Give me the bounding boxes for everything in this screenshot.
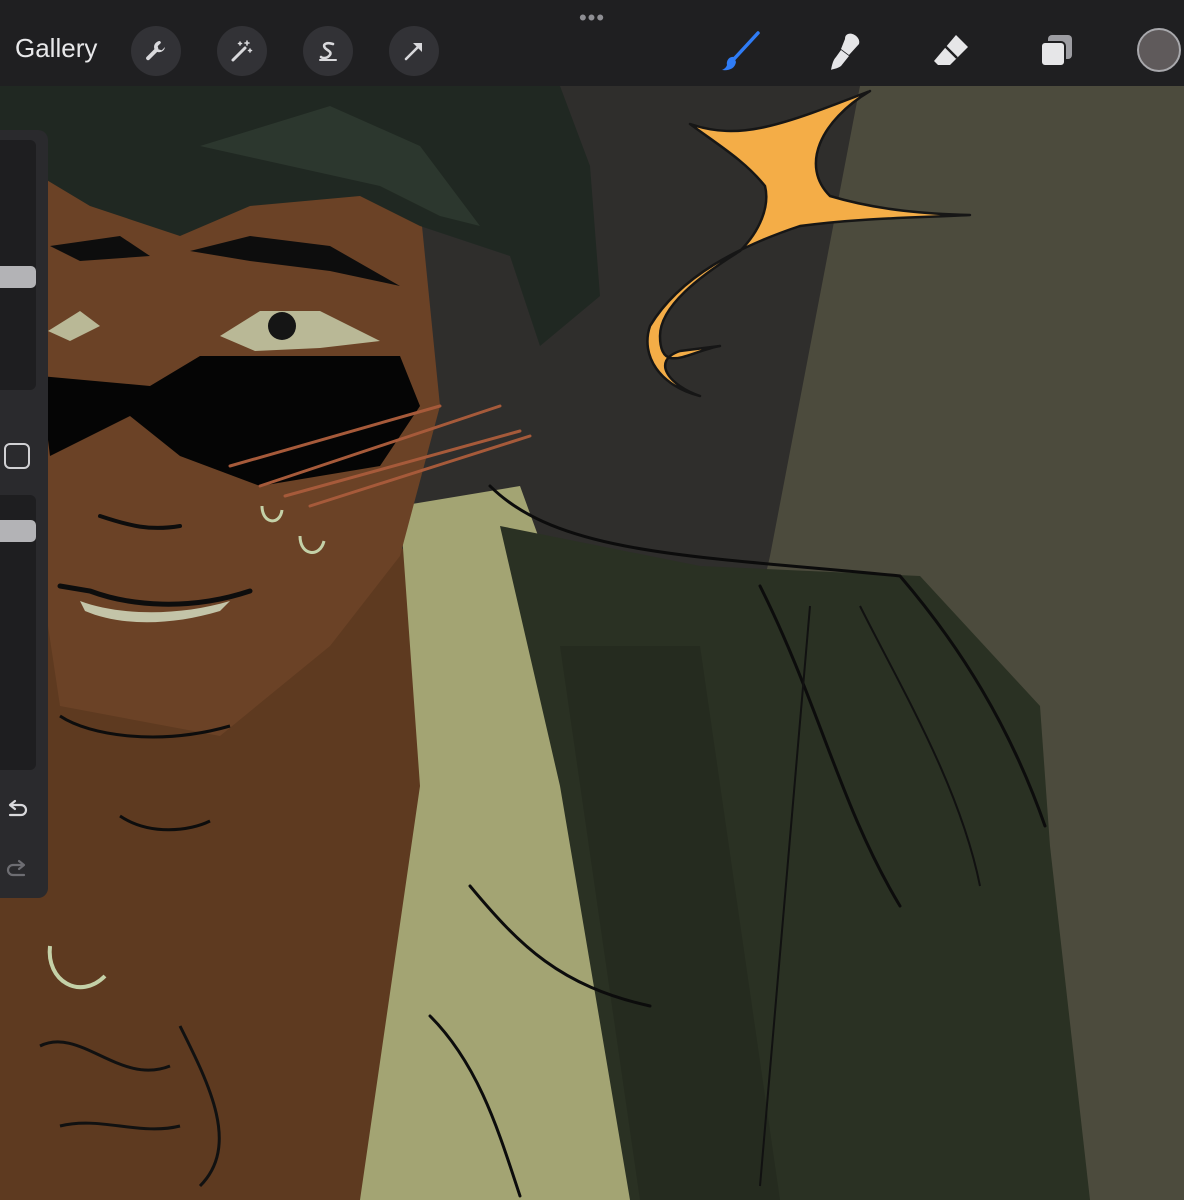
layers-icon (1040, 35, 1072, 67)
modify-button[interactable] (4, 443, 30, 469)
transform-arrow-icon (404, 43, 422, 61)
redo-icon (6, 859, 26, 877)
smudge-tool-button[interactable] (819, 24, 873, 78)
brush-size-slider[interactable] (0, 140, 36, 390)
adjustments-button[interactable] (217, 26, 267, 76)
opacity-thumb[interactable] (0, 520, 36, 542)
transform-button[interactable] (389, 26, 439, 76)
more-options-handle[interactable]: ••• (573, 7, 611, 29)
color-picker-button[interactable] (1137, 28, 1181, 72)
layers-button[interactable] (1029, 24, 1083, 78)
smudge-icon (831, 33, 860, 70)
selection-button[interactable] (303, 26, 353, 76)
brush-icon (722, 31, 760, 71)
gallery-button[interactable]: Gallery (15, 33, 97, 64)
magic-wand-icon (231, 40, 253, 62)
left-sidebar (0, 130, 48, 898)
wrench-icon (146, 41, 165, 61)
undo-button[interactable] (2, 795, 32, 825)
redo-button[interactable] (2, 855, 32, 885)
top-toolbar: ••• Gallery (0, 0, 1184, 86)
actions-button[interactable] (131, 26, 181, 76)
brush-tool-button[interactable] (714, 24, 768, 78)
undo-icon (8, 799, 28, 817)
selection-s-icon (319, 41, 337, 61)
eraser-icon (934, 35, 968, 65)
drawing-canvas[interactable] (0, 86, 1184, 1200)
eraser-tool-button[interactable] (924, 24, 978, 78)
artwork (0, 86, 1184, 1200)
brush-size-thumb[interactable] (0, 266, 36, 288)
